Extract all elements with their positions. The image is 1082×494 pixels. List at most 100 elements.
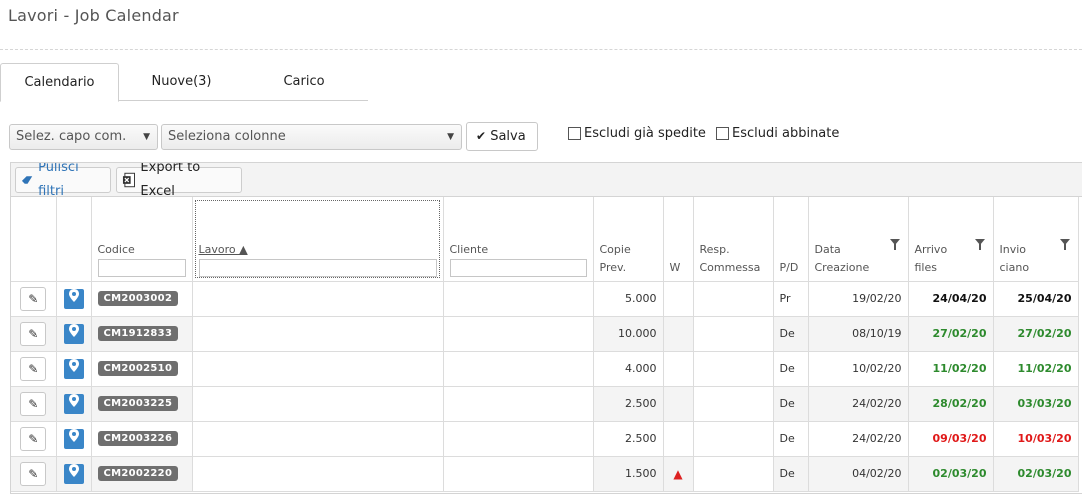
pencil-icon[interactable]: ✎ bbox=[20, 426, 47, 451]
map-pin-icon[interactable] bbox=[63, 428, 84, 449]
data-creazione-cell: 04/02/20 bbox=[808, 456, 909, 492]
export-excel-button[interactable]: Export to Excel bbox=[116, 163, 242, 199]
tab-carico[interactable]: Carico bbox=[244, 63, 364, 101]
lavoro-cell bbox=[192, 456, 444, 492]
lavoro-filter-input[interactable] bbox=[198, 258, 437, 277]
exclude-shipped-box[interactable] bbox=[568, 127, 581, 140]
code-badge[interactable]: CM1912833 bbox=[97, 326, 179, 341]
map-pin-icon[interactable] bbox=[63, 323, 84, 344]
col-arrivo-label-2: files bbox=[914, 260, 937, 274]
col-w-label: W bbox=[669, 260, 681, 274]
save-button[interactable]: ✔ Salva bbox=[466, 122, 538, 151]
exclude-matched-box[interactable] bbox=[716, 127, 729, 140]
invio-ciano-cell: 25/04/20 bbox=[993, 281, 1079, 317]
job-grid: Pulisci filtri Export to Excel Codice La… bbox=[10, 162, 1082, 494]
pd-cell: De bbox=[773, 456, 809, 492]
col-lavoro-label[interactable]: Lavoro ▲ bbox=[199, 241, 437, 259]
pin-cell bbox=[56, 456, 92, 492]
title-divider bbox=[0, 49, 1082, 50]
tab-nuove[interactable]: Nuove(3) bbox=[119, 63, 244, 101]
codice-cell: CM2003226 bbox=[91, 421, 193, 457]
codice-filter-input[interactable] bbox=[97, 258, 186, 277]
table-row[interactable]: ✎ CM2002220 1.500 ▲ De 04/02/20 02/03/20 02/03/… bbox=[11, 456, 1079, 492]
lavoro-cell bbox=[192, 351, 444, 387]
arrivo-files-cell: 11/02/20 bbox=[908, 351, 994, 387]
grid-toolbar: Pulisci filtri Export to Excel bbox=[11, 163, 1082, 199]
col-data-label-1: Data bbox=[814, 242, 841, 256]
filter-funnel-icon[interactable] bbox=[1059, 239, 1070, 250]
eraser-icon bbox=[21, 176, 33, 184]
code-badge[interactable]: CM2002220 bbox=[97, 466, 179, 481]
check-icon: ✔ bbox=[476, 129, 487, 143]
codice-cell: CM2002220 bbox=[91, 456, 193, 492]
pencil-icon[interactable]: ✎ bbox=[20, 391, 47, 416]
col-resp-label-2: Commessa bbox=[699, 260, 761, 274]
codice-cell: CM1912833 bbox=[91, 316, 193, 352]
pencil-icon[interactable]: ✎ bbox=[20, 461, 47, 486]
map-pin-icon[interactable] bbox=[63, 288, 84, 309]
code-badge[interactable]: CM2003002 bbox=[97, 291, 179, 306]
cliente-cell bbox=[443, 351, 594, 387]
table-row[interactable]: ✎ CM2003225 2.500 De 24/02/20 28/02/20 03/03/2… bbox=[11, 386, 1079, 422]
exclude-shipped-checkbox[interactable]: Escludi già spedite bbox=[568, 126, 706, 141]
code-badge[interactable]: CM2003226 bbox=[97, 431, 179, 446]
pin-cell bbox=[56, 316, 92, 352]
edit-cell: ✎ bbox=[11, 421, 57, 457]
clear-filters-button[interactable]: Pulisci filtri bbox=[15, 163, 111, 199]
col-cliente-label: Cliente bbox=[449, 242, 489, 256]
table-row[interactable]: ✎ CM2003002 5.000 Pr 19/02/20 24/04/20 25/04/2… bbox=[11, 281, 1079, 317]
edit-cell: ✎ bbox=[11, 386, 57, 422]
w-cell: ▲ bbox=[663, 456, 694, 492]
code-badge[interactable]: CM2003225 bbox=[97, 396, 179, 411]
col-copie[interactable]: Copie Prev. bbox=[593, 197, 664, 282]
filter-funnel-icon[interactable] bbox=[974, 239, 985, 250]
capo-commessa-select[interactable]: Selez. capo com. ▼ bbox=[9, 124, 158, 150]
tab-bar: Calendario Nuove(3) Carico bbox=[0, 63, 368, 102]
col-invio-ciano[interactable]: Invio ciano bbox=[993, 197, 1079, 282]
col-resp[interactable]: Resp. Commessa bbox=[693, 197, 774, 282]
tab-calendario[interactable]: Calendario bbox=[0, 63, 119, 102]
pin-cell bbox=[56, 421, 92, 457]
pencil-icon[interactable]: ✎ bbox=[20, 321, 47, 346]
code-badge[interactable]: CM2002510 bbox=[97, 361, 179, 376]
arrivo-files-value: 09/03/20 bbox=[932, 432, 987, 445]
table-row[interactable]: ✎ CM1912833 10.000 De 08/10/19 27/02/20 27/02/… bbox=[11, 316, 1079, 352]
pencil-icon[interactable]: ✎ bbox=[20, 356, 47, 381]
data-creazione-cell: 24/02/20 bbox=[808, 421, 909, 457]
exclude-matched-checkbox[interactable]: Escludi abbinate bbox=[716, 126, 839, 141]
cliente-filter-input[interactable] bbox=[449, 258, 587, 277]
col-edit bbox=[11, 197, 57, 282]
filter-funnel-icon[interactable] bbox=[889, 239, 900, 250]
warning-icon: ▲ bbox=[673, 466, 683, 481]
data-creazione-cell: 08/10/19 bbox=[808, 316, 909, 352]
map-pin-icon[interactable] bbox=[63, 393, 84, 414]
col-cliente[interactable]: Cliente bbox=[443, 197, 594, 282]
map-pin-icon[interactable] bbox=[63, 463, 84, 484]
col-arrivo-files[interactable]: Arrivo files bbox=[908, 197, 994, 282]
table-row[interactable]: ✎ CM2003226 2.500 De 24/02/20 09/03/20 10/03/2… bbox=[11, 421, 1079, 457]
resp-cell bbox=[693, 316, 774, 352]
arrivo-files-value: 11/02/20 bbox=[932, 362, 987, 375]
cliente-cell bbox=[443, 386, 594, 422]
col-pin bbox=[56, 197, 92, 282]
col-lavoro[interactable]: Lavoro ▲ bbox=[192, 197, 444, 282]
table-row[interactable]: ✎ CM2002510 4.000 De 10/02/20 11/02/20 11/02/2… bbox=[11, 351, 1079, 387]
w-cell bbox=[663, 351, 694, 387]
col-pd[interactable]: P/D bbox=[773, 197, 809, 282]
pencil-icon[interactable]: ✎ bbox=[20, 286, 47, 311]
pd-cell: Pr bbox=[773, 281, 809, 317]
col-data-creazione[interactable]: Data Creazione bbox=[808, 197, 909, 282]
col-copie-label-1: Copie bbox=[599, 242, 631, 256]
jobs-table: Codice Lavoro ▲ Cliente Copie Prev. W Re… bbox=[11, 197, 1079, 492]
col-codice[interactable]: Codice bbox=[91, 197, 193, 282]
chevron-down-icon: ▼ bbox=[143, 132, 150, 142]
invio-ciano-cell: 10/03/20 bbox=[993, 421, 1079, 457]
w-cell bbox=[663, 316, 694, 352]
codice-cell: CM2003225 bbox=[91, 386, 193, 422]
invio-ciano-value: 25/04/20 bbox=[1017, 292, 1072, 305]
cliente-cell bbox=[443, 281, 594, 317]
columns-select[interactable]: Seleziona colonne ▼ bbox=[161, 124, 462, 150]
map-pin-icon[interactable] bbox=[63, 358, 84, 379]
w-cell bbox=[663, 421, 694, 457]
col-w[interactable]: W bbox=[663, 197, 694, 282]
